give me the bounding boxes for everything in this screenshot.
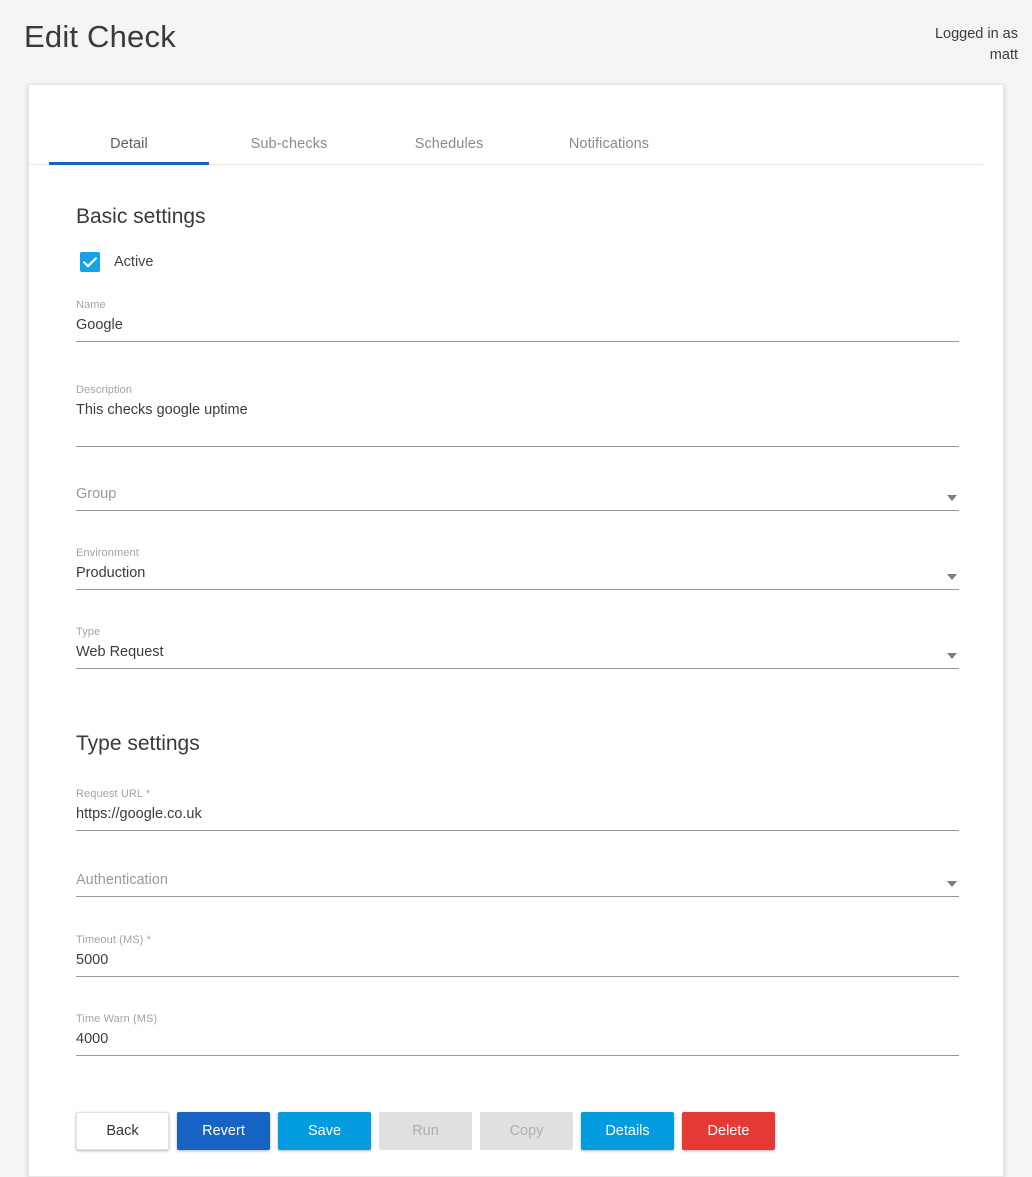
action-button-bar: Back Revert Save Run Copy Details Delete <box>76 1056 959 1176</box>
save-button[interactable]: Save <box>278 1112 371 1150</box>
page-header: Edit Check Logged in as matt <box>0 0 1032 84</box>
environment-select[interactable]: Production <box>76 560 959 590</box>
authentication-select[interactable]: Authentication <box>76 867 959 897</box>
group-select[interactable]: Group <box>76 481 959 511</box>
delete-button[interactable]: Delete <box>682 1112 775 1150</box>
name-field-group: Name <box>76 285 959 342</box>
active-checkbox[interactable] <box>80 252 100 272</box>
details-button[interactable]: Details <box>581 1112 674 1150</box>
group-field-group: Group <box>76 481 959 511</box>
run-button: Run <box>379 1112 472 1150</box>
active-checkbox-label: Active <box>114 254 154 270</box>
logged-in-username: matt <box>989 47 1018 63</box>
logged-in-status: Logged in as matt <box>858 18 1018 66</box>
description-textarea[interactable]: This checks google uptime <box>76 397 959 447</box>
type-label: Type <box>76 626 101 638</box>
edit-check-page: Edit Check Logged in as matt Detail Sub-… <box>0 0 1032 1177</box>
page-title: Edit Check <box>24 19 176 54</box>
detail-tab-panel: Basic settings Active Name Description T… <box>29 165 1003 1176</box>
tab-schedules[interactable]: Schedules <box>369 136 529 164</box>
authentication-field-group: Authentication <box>76 867 959 897</box>
timeout-field-group: Timeout (MS) * <box>76 920 959 977</box>
back-button[interactable]: Back <box>76 1112 169 1150</box>
request-url-field-group: Request URL * <box>76 774 959 831</box>
type-select[interactable]: Web Request <box>76 639 959 669</box>
edit-check-card: Detail Sub-checks Schedules Notification… <box>28 84 1004 1177</box>
type-field-group: Type Web Request <box>76 612 959 669</box>
request-url-input[interactable] <box>76 801 959 831</box>
time-warn-input[interactable] <box>76 1026 959 1056</box>
basic-settings-heading: Basic settings <box>76 205 206 228</box>
tab-bar: Detail Sub-checks Schedules Notification… <box>29 107 983 165</box>
revert-button[interactable]: Revert <box>177 1112 270 1150</box>
tab-sub-checks[interactable]: Sub-checks <box>209 136 369 164</box>
tab-notifications[interactable]: Notifications <box>529 136 689 164</box>
request-url-label: Request URL * <box>76 788 151 800</box>
description-label: Description <box>76 384 133 396</box>
copy-button: Copy <box>480 1112 573 1150</box>
environment-label: Environment <box>76 547 139 559</box>
logged-in-label: Logged in as <box>934 26 1018 42</box>
time-warn-field-group: Time Warn (MS) <box>76 999 959 1056</box>
timeout-input[interactable] <box>76 947 959 977</box>
description-field-group: Description This checks google uptime <box>76 370 959 447</box>
time-warn-label: Time Warn (MS) <box>76 1013 158 1025</box>
type-settings-heading: Type settings <box>76 732 200 755</box>
active-checkbox-row: Active <box>80 247 959 277</box>
check-icon <box>83 256 97 267</box>
tab-detail[interactable]: Detail <box>49 136 209 165</box>
name-input[interactable] <box>76 312 959 342</box>
timeout-label: Timeout (MS) * <box>76 934 151 946</box>
environment-field-group: Environment Production <box>76 533 959 590</box>
name-label: Name <box>76 299 106 311</box>
